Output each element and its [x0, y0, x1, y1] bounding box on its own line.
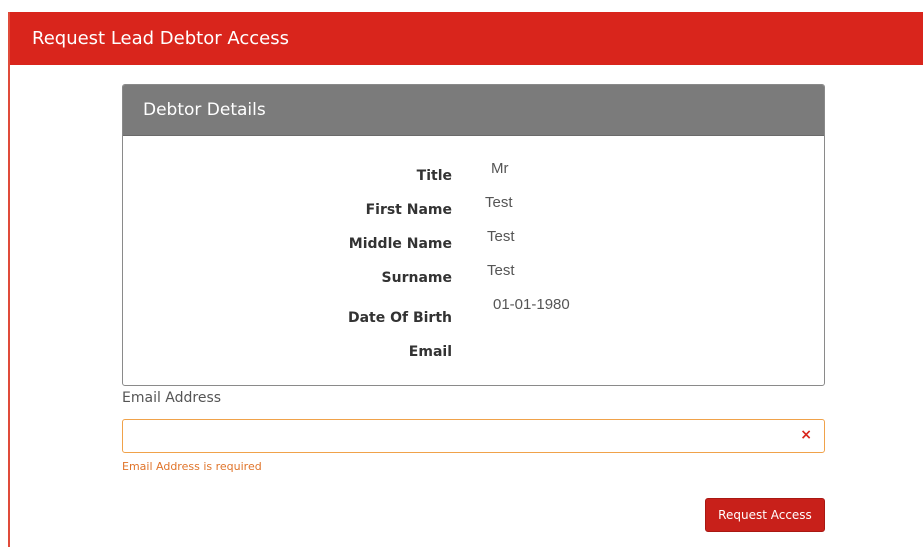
- email-address-input[interactable]: [123, 420, 783, 452]
- request-access-page: Request Lead Debtor Access Debtor Detail…: [8, 12, 923, 547]
- email-address-label: Email Address: [122, 390, 222, 406]
- debtor-details-card: Debtor Details Title Mr First Name Test …: [122, 84, 825, 386]
- detail-value: 01-01-1980: [493, 296, 570, 313]
- detail-label: First Name: [365, 202, 452, 218]
- detail-label: Middle Name: [348, 236, 452, 252]
- detail-label: Title: [416, 168, 452, 184]
- detail-row-middle-name: Middle Name Test: [123, 228, 824, 258]
- page-header: Request Lead Debtor Access: [10, 12, 923, 65]
- detail-value: Test: [487, 228, 515, 245]
- debtor-details-header: Debtor Details: [123, 85, 824, 136]
- request-access-button[interactable]: Request Access: [705, 498, 825, 532]
- clear-icon[interactable]: ×: [800, 427, 812, 443]
- debtor-details-title: Debtor Details: [143, 100, 266, 120]
- detail-row-first-name: First Name Test: [123, 194, 824, 224]
- page-title: Request Lead Debtor Access: [32, 28, 289, 49]
- detail-row-email: Email: [123, 336, 824, 366]
- detail-value: Test: [487, 262, 515, 279]
- detail-value: Test: [485, 194, 513, 211]
- email-error-message: Email Address is required: [122, 460, 262, 473]
- detail-label: Date Of Birth: [347, 310, 452, 326]
- detail-row-surname: Surname Test: [123, 262, 824, 292]
- detail-label: Email: [408, 344, 452, 360]
- detail-row-date-of-birth: Date Of Birth 01-01-1980: [123, 296, 824, 332]
- detail-row-title: Title Mr: [123, 160, 824, 190]
- detail-label: Surname: [381, 270, 452, 286]
- detail-value: Mr: [491, 160, 509, 177]
- email-address-field: ×: [122, 419, 825, 453]
